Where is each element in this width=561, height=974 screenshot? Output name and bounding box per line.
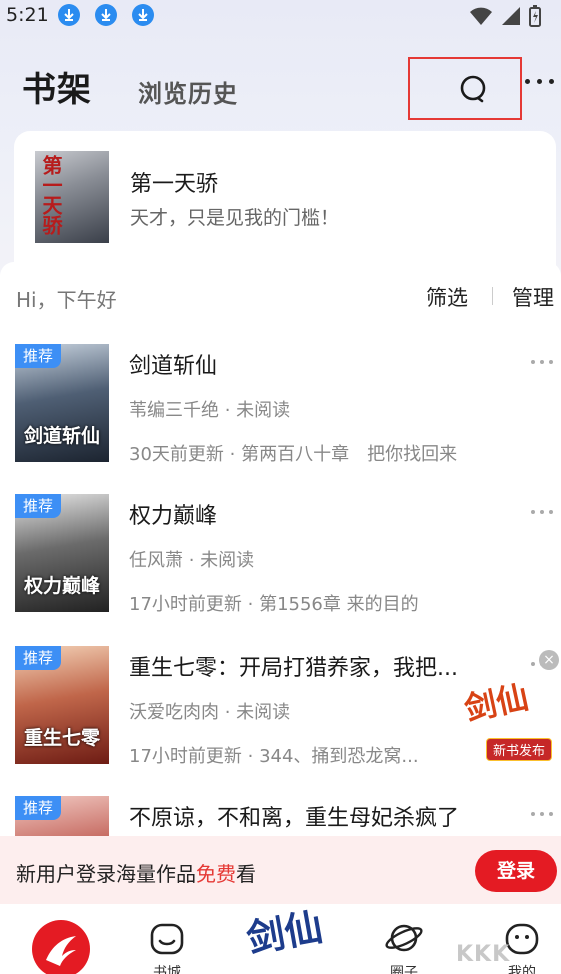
page-title: 书架 bbox=[22, 70, 92, 110]
nav-label: 圈子 bbox=[390, 965, 418, 974]
download-icon bbox=[58, 4, 80, 26]
book-title: 剑道斩仙 bbox=[129, 354, 218, 379]
book-cover: 推荐 bbox=[15, 796, 109, 836]
more-options-button[interactable] bbox=[523, 66, 557, 96]
recommend-badge: 推荐 bbox=[15, 344, 61, 368]
recommend-badge: 推荐 bbox=[15, 646, 61, 670]
nav-promo-center[interactable]: 剑仙 bbox=[236, 884, 326, 974]
book-update: 17小时前更新 · 344、捅到恐龙窝... bbox=[129, 746, 419, 767]
signal-icon bbox=[502, 7, 520, 25]
book-meta: 任风萧 · 未阅读 bbox=[129, 550, 255, 571]
bookstore-icon bbox=[150, 923, 184, 955]
book-more-button[interactable] bbox=[531, 508, 555, 516]
nav-bookstore[interactable]: 书城 bbox=[127, 904, 207, 974]
cover-title: 第一天骄 bbox=[39, 155, 63, 235]
book-meta: 苇编三千绝 · 未阅读 bbox=[129, 400, 291, 421]
filter-button[interactable]: 筛选 bbox=[426, 282, 468, 312]
download-icon bbox=[95, 4, 117, 26]
list-item[interactable]: 推荐 权力巅峰 权力巅峰 任风萧 · 未阅读 17小时前更新 · 第1556章 … bbox=[0, 494, 561, 634]
cover-title: 重生七零 bbox=[23, 727, 100, 749]
status-bar: 5:21 bbox=[0, 0, 561, 32]
book-update: 30天前更新 · 第两百八十章 把你找回来 bbox=[129, 444, 458, 465]
book-meta: 沃爱吃肉肉 · 未阅读 bbox=[129, 702, 291, 723]
book-cover: 推荐 剑道斩仙 bbox=[15, 344, 109, 462]
book-more-button[interactable] bbox=[531, 810, 555, 818]
book-more-button[interactable] bbox=[531, 358, 555, 366]
book-title: 权力巅峰 bbox=[129, 504, 218, 529]
nav-label: 书城 bbox=[153, 965, 181, 974]
manage-button[interactable]: 管理 bbox=[512, 282, 554, 312]
app-logo-icon bbox=[32, 920, 90, 974]
close-icon[interactable]: × bbox=[539, 650, 559, 670]
book-title: 不原谅，不和离，重生母妃杀疯了 bbox=[129, 806, 460, 831]
download-icon bbox=[132, 4, 154, 26]
book-update: 17小时前更新 · 第1556章 来的目的 bbox=[129, 594, 419, 615]
book-title: 重生七零：开局打猎养家，我把... bbox=[129, 656, 458, 681]
status-time: 5:21 bbox=[6, 4, 49, 26]
cover-title: 权力巅峰 bbox=[23, 575, 100, 597]
login-prompt: 新用户登录海量作品免费看 bbox=[16, 862, 256, 886]
divider bbox=[492, 287, 493, 305]
recommend-badge: 推荐 bbox=[15, 494, 61, 518]
login-button[interactable]: 登录 bbox=[475, 850, 557, 892]
book-cover: 第一天骄 bbox=[35, 151, 109, 243]
recommendation-subtitle: 天才，只是见我的门槛！ bbox=[130, 207, 340, 229]
wifi-icon bbox=[470, 7, 492, 25]
list-item[interactable]: 推荐 剑道斩仙 剑道斩仙 苇编三千绝 · 未阅读 30天前更新 · 第两百八十章… bbox=[0, 344, 561, 484]
cover-title: 剑道斩仙 bbox=[23, 425, 100, 447]
promo-brand: 剑仙 bbox=[461, 677, 532, 729]
search-button[interactable] bbox=[408, 57, 522, 120]
watermark: KKK bbox=[456, 942, 511, 967]
tab-browse-history[interactable]: 浏览历史 bbox=[138, 74, 238, 109]
nav-home[interactable] bbox=[10, 904, 90, 974]
search-icon bbox=[460, 75, 486, 103]
nav-circle[interactable]: 圈子 bbox=[364, 904, 444, 974]
recommend-badge: 推荐 bbox=[15, 796, 61, 820]
bookshelf-panel: Hi，下午好 筛选 管理 推荐 剑道斩仙 剑道斩仙 苇编三千绝 · 未阅读 30… bbox=[0, 262, 561, 902]
recommendation-title: 第一天骄 bbox=[130, 172, 219, 197]
list-item[interactable]: 推荐 不原谅，不和离，重生母妃杀疯了 bbox=[0, 796, 561, 836]
book-cover: 推荐 重生七零 bbox=[15, 646, 109, 764]
promo-brand: 剑仙 bbox=[243, 904, 326, 962]
greeting: Hi，下午好 bbox=[16, 288, 117, 312]
promo-badge: 新书发布 bbox=[486, 738, 553, 761]
book-cover: 推荐 权力巅峰 bbox=[15, 494, 109, 612]
battery-icon bbox=[529, 5, 541, 27]
floating-promo[interactable]: × 剑仙 新书发布 bbox=[458, 650, 561, 761]
planet-icon bbox=[385, 924, 423, 952]
